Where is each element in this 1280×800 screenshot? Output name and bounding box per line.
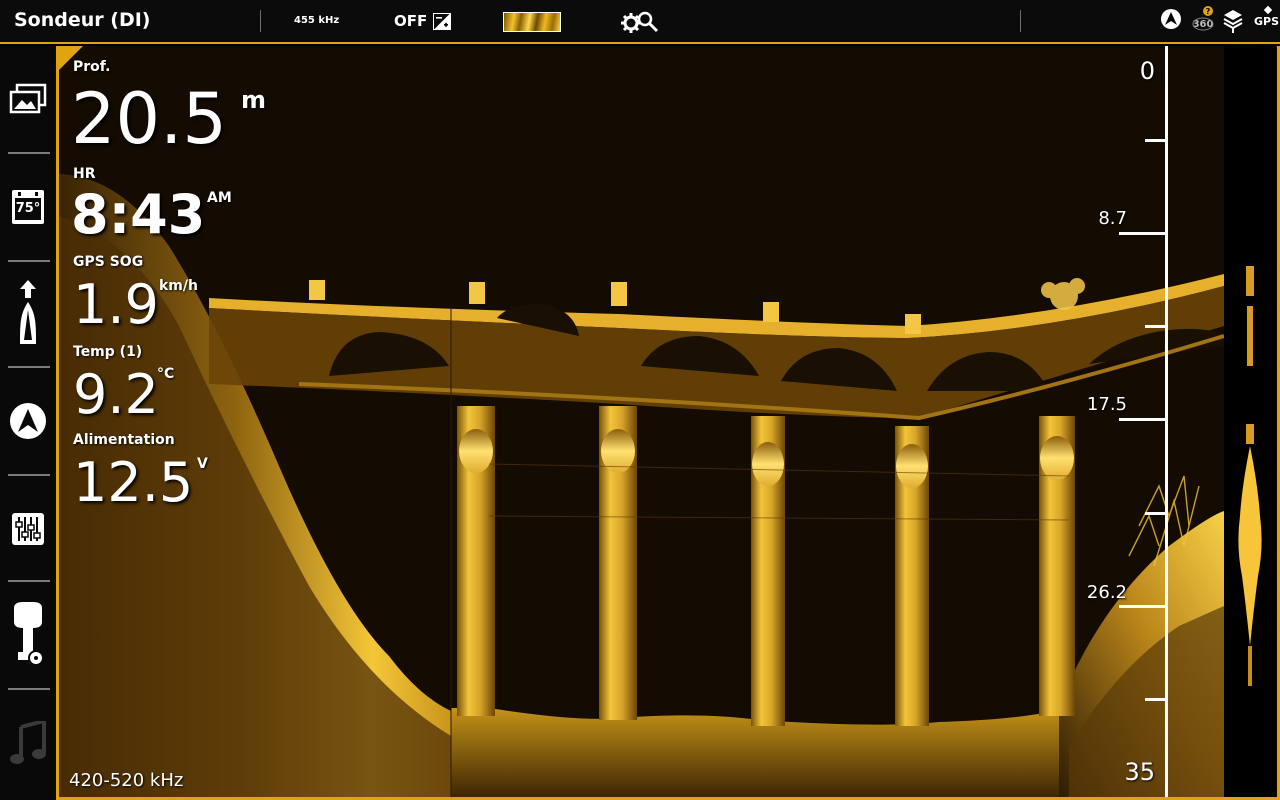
- power-label: Alimentation: [73, 432, 175, 448]
- sonar-image: [59, 46, 1277, 797]
- gallery-icon: [9, 83, 47, 113]
- settings-search-icon[interactable]: [620, 9, 660, 35]
- depth-tick: [1145, 512, 1165, 515]
- a-scope-flasher: [1224, 46, 1276, 797]
- depth-scale-bottom: 35: [1124, 758, 1155, 786]
- compass-status-icon[interactable]: [1160, 8, 1182, 30]
- speed-unit: km/h: [159, 278, 198, 294]
- contrast-icon[interactable]: [433, 13, 451, 30]
- time-unit: AM: [207, 190, 232, 206]
- top-bar: Sondeur (DI) 455 kHz OFF ? 360 GPS: [0, 0, 1280, 44]
- depth-scale-label: 8.7: [1098, 208, 1127, 229]
- sidebar-item-motor[interactable]: [0, 582, 56, 687]
- temperature-label: 75°: [15, 200, 41, 216]
- temp-label: Temp (1): [73, 344, 143, 360]
- depth-scale-label: 26.2: [1086, 582, 1127, 603]
- sonar-status[interactable]: OFF: [394, 12, 427, 30]
- depth-scale-line: [1165, 46, 1168, 797]
- sidebar-item-music[interactable]: [0, 690, 56, 795]
- divider: [260, 10, 261, 32]
- speed-label: GPS SOG: [73, 254, 144, 270]
- trolling-motor-icon: [14, 601, 44, 666]
- depth-tick: [1145, 139, 1165, 142]
- frequency-range: 420-520 kHz: [69, 770, 184, 791]
- sidebar-item-chart[interactable]: [0, 368, 56, 473]
- depth-label: Prof.: [73, 59, 111, 75]
- a-scope-signal: [1238, 266, 1262, 686]
- color-palette-button[interactable]: [503, 12, 561, 32]
- sidebar-item-temperature[interactable]: 75°: [0, 154, 56, 259]
- depth-value: 20.5: [71, 78, 227, 160]
- sidebar-item-views[interactable]: [0, 46, 56, 151]
- svg-text:?: ?: [1206, 7, 1211, 16]
- depth-unit: m: [241, 86, 267, 114]
- depth-tick: [1119, 232, 1165, 235]
- sliders-icon: [12, 512, 44, 545]
- temp-unit: °C: [157, 366, 175, 382]
- depth-tick: [1119, 605, 1165, 608]
- sidebar-item-navigation[interactable]: [0, 262, 56, 367]
- thermometer-icon: 75°: [12, 189, 44, 224]
- compass-icon: [10, 402, 46, 439]
- time-value: 8:43: [71, 183, 206, 246]
- depth-tick: [1145, 698, 1165, 701]
- gps-status[interactable]: GPS: [1254, 15, 1279, 28]
- sonar-view[interactable]: Prof. 20.5 m HR 8:43 AM GPS SOG 1.9 km/h…: [56, 46, 1280, 800]
- power-unit: V: [197, 456, 208, 472]
- view-title[interactable]: Sondeur (DI): [14, 9, 150, 31]
- boat-icon: [20, 279, 36, 344]
- divider: [1020, 10, 1021, 32]
- depth-tick: [1119, 418, 1165, 421]
- time-label: HR: [73, 166, 96, 182]
- depth-scale-top: 0: [1139, 57, 1155, 85]
- sidebar: 75°: [0, 46, 56, 800]
- sonar-layers-icon[interactable]: [1222, 8, 1244, 34]
- temp-value: 9.2: [73, 363, 159, 426]
- frequency-readout[interactable]: 455 kHz: [294, 15, 339, 26]
- depth-scale-label: 17.5: [1086, 394, 1127, 415]
- power-value: 12.5: [73, 451, 194, 514]
- 360-imaging-icon[interactable]: ? 360: [1192, 6, 1216, 32]
- music-note-icon: [10, 720, 46, 764]
- speed-value: 1.9: [73, 273, 159, 336]
- sidebar-item-settings[interactable]: [0, 476, 56, 581]
- depth-tick: [1145, 325, 1165, 328]
